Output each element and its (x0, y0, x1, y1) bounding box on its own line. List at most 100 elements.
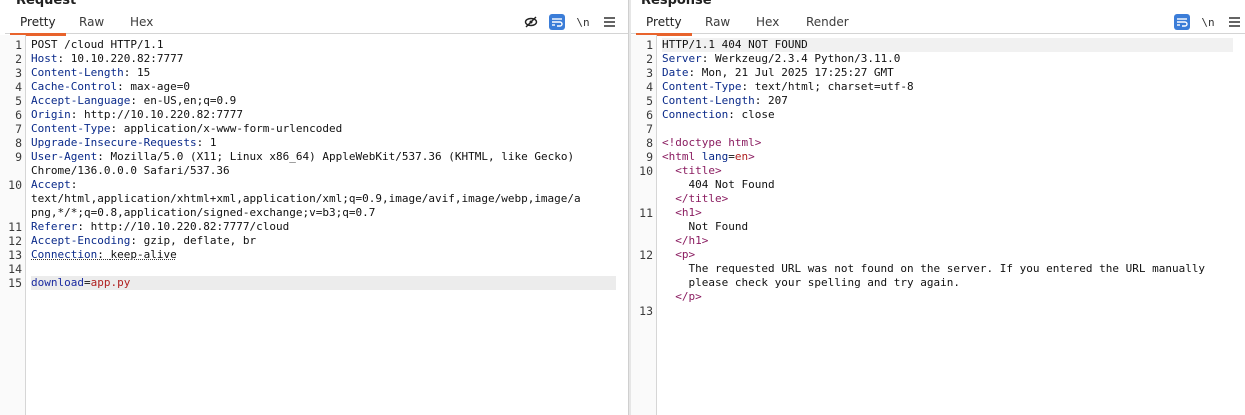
tab-request-hex[interactable]: Hex (120, 11, 163, 34)
html-text: 404 Not Found (688, 178, 775, 191)
code-line: 5 Accept-Language: en-US,en;q=0.9 (15, 94, 237, 108)
html-attr-value: en (734, 150, 749, 163)
newline-icon[interactable]: \n (575, 14, 591, 30)
code-line: 8 <!doctype html> (631, 136, 1245, 150)
code-line-wrap: Chrome/136.0.0.0 Safari/537.36 (0, 164, 628, 178)
code-line-wrap: text/html,application/xhtml+xml,applicat… (0, 192, 628, 206)
tab-response-hex[interactable]: Hex (746, 11, 789, 34)
header-key: Content-Length (662, 94, 755, 107)
code-line-wrap: Not Found (631, 220, 1245, 234)
request-editor[interactable]: 1 POST /cloud HTTP/1.1 2 Host: 10.10.220.8… (0, 35, 628, 415)
header-key: Server (662, 52, 702, 65)
tab-response-raw[interactable]: Raw (695, 11, 740, 34)
code-line: 7 (646, 122, 653, 136)
header-value: en-US,en;q=0.9 (143, 94, 237, 107)
header-value: Mon, 21 Jul 2025 17:25:27 GMT (701, 66, 894, 79)
response-pane: Response Pretty Raw Hex Render \n 1 HTTP/… (631, 0, 1245, 415)
header-key: Origin (31, 108, 71, 121)
eye-slash-icon[interactable] (523, 14, 539, 30)
html-text: The requested URL was not found on the s… (688, 262, 1206, 275)
header-key: Connection (31, 248, 98, 261)
code-line: 10 Accept: (8, 178, 78, 192)
code-line-wrap: 404 Not Found (631, 178, 1245, 192)
code-line: 10 <title> (639, 164, 722, 178)
code-line: 13 Connection: keep-alive (8, 248, 177, 262)
tab-request-pretty[interactable]: Pretty (10, 11, 66, 36)
header-value: text/html; charset=utf-8 (754, 80, 914, 93)
html-tag: </h1> (675, 234, 709, 247)
wrap-icon[interactable] (549, 14, 565, 30)
code-line-wrap: The requested URL was not found on the s… (631, 262, 1245, 276)
code-line: 1 HTTP/1.1 404 NOT FOUND (631, 38, 1245, 52)
menu-icon[interactable] (1226, 14, 1242, 30)
code-line-wrap: </p> (631, 290, 1245, 304)
code-line: 12 Accept-Encoding: gzip, deflate, br (8, 234, 257, 248)
tab-response-render[interactable]: Render (796, 11, 859, 34)
tab-request-raw[interactable]: Raw (69, 11, 114, 34)
header-value: gzip, deflate, br (143, 234, 257, 247)
header-key: Accept-Language (31, 94, 131, 107)
code-line: 1 POST /cloud HTTP/1.1 (0, 38, 628, 52)
code-line: 3 Content-Length: 15 (15, 66, 151, 80)
code-line: 15 download=app.py (0, 276, 628, 290)
header-key: Host (31, 52, 58, 65)
code-line: 2 Host: 10.10.220.82:7777 (15, 52, 184, 66)
param-key: download (31, 276, 84, 289)
menu-icon[interactable] (601, 14, 617, 30)
header-key: Cache-Control (31, 80, 118, 93)
header-value: 1 (209, 136, 217, 149)
code-line: 8 Upgrade-Insecure-Requests: 1 (15, 136, 217, 150)
header-value: http://10.10.220.82:7777 (84, 108, 243, 121)
code-line: 9 User-Agent: Mozilla/5.0 (X11; Linux x86… (15, 150, 575, 164)
request-code[interactable]: 1 POST /cloud HTTP/1.1 2 Host: 10.10.220.8… (0, 38, 628, 290)
html-tag: <html (662, 150, 696, 163)
code-line-wrap: please check your spelling and try again… (631, 276, 1245, 290)
code-line: 5 Content-Length: 207 (646, 94, 788, 108)
header-value: max-age=0 (130, 80, 190, 93)
request-pane: Request Pretty Raw Hex \n 1 POST /cloud H… (0, 0, 628, 415)
tab-response-pretty[interactable]: Pretty (636, 11, 692, 36)
header-value: Mozilla/5.0 (X11; Linux x86_64) AppleWeb… (110, 150, 575, 163)
code-line: 13 (639, 304, 653, 318)
code-line: 6 Connection: close (646, 108, 775, 122)
code-line: 2 Server: Werkzeug/2.3.4 Python/3.11.0 (646, 52, 901, 66)
header-value: 207 (767, 94, 788, 107)
header-key: Content-Type (662, 80, 742, 93)
html-tag: <h1> (675, 206, 702, 219)
header-value: close (741, 108, 775, 121)
html-tag: </p> (675, 290, 702, 303)
header-value: 10.10.220.82:7777 (70, 52, 184, 65)
response-code[interactable]: 1 HTTP/1.1 404 NOT FOUND 2 Server: Werkzeu… (631, 38, 1245, 318)
code-line: 7 Content-Type: application/x-www-form-ur… (15, 122, 343, 136)
header-key: Referer (31, 220, 78, 233)
code-line: 14 (8, 262, 22, 276)
response-editor[interactable]: 1 HTTP/1.1 404 NOT FOUND 2 Server: Werkzeu… (631, 35, 1245, 415)
code-line-wrap: </h1> (631, 234, 1245, 248)
response-title: Response (641, 0, 712, 8)
code-line: 6 Origin: http://10.10.220.82:7777 (15, 108, 243, 122)
header-value: 15 (136, 66, 151, 79)
param-value: app.py (90, 276, 131, 289)
header-value: application/x-www-form-urlencoded (123, 122, 343, 135)
header-key: Content-Type (31, 122, 111, 135)
html-attr: lang (701, 150, 729, 163)
html-tag: <title> (675, 164, 722, 177)
code-line-wrap: </title> (631, 192, 1245, 206)
html-tag: <p> (675, 248, 696, 261)
header-value: keep-alive (110, 248, 177, 261)
request-title: Request (16, 0, 77, 8)
html-doctype: <!doctype html> (662, 136, 762, 149)
header-value: Werkzeug/2.3.4 Python/3.11.0 (715, 52, 901, 65)
newline-icon[interactable]: \n (1200, 14, 1216, 30)
header-key: Content-Length (31, 66, 124, 79)
wrap-icon[interactable] (1174, 14, 1190, 30)
request-toolbar: \n (523, 13, 617, 31)
code-line: 4 Cache-Control: max-age=0 (15, 80, 190, 94)
code-line: 3 Date: Mon, 21 Jul 2025 17:25:27 GMT (646, 66, 894, 80)
code-line-wrap: png,*/*;q=0.8,application/signed-exchang… (0, 206, 628, 220)
html-tag: </title> (675, 192, 729, 205)
html-text: Not Found (688, 220, 749, 233)
response-toolbar: \n (1174, 13, 1242, 31)
code-line: 12 <p> (639, 248, 696, 262)
header-value: http://10.10.220.82:7777/cloud (90, 220, 290, 233)
